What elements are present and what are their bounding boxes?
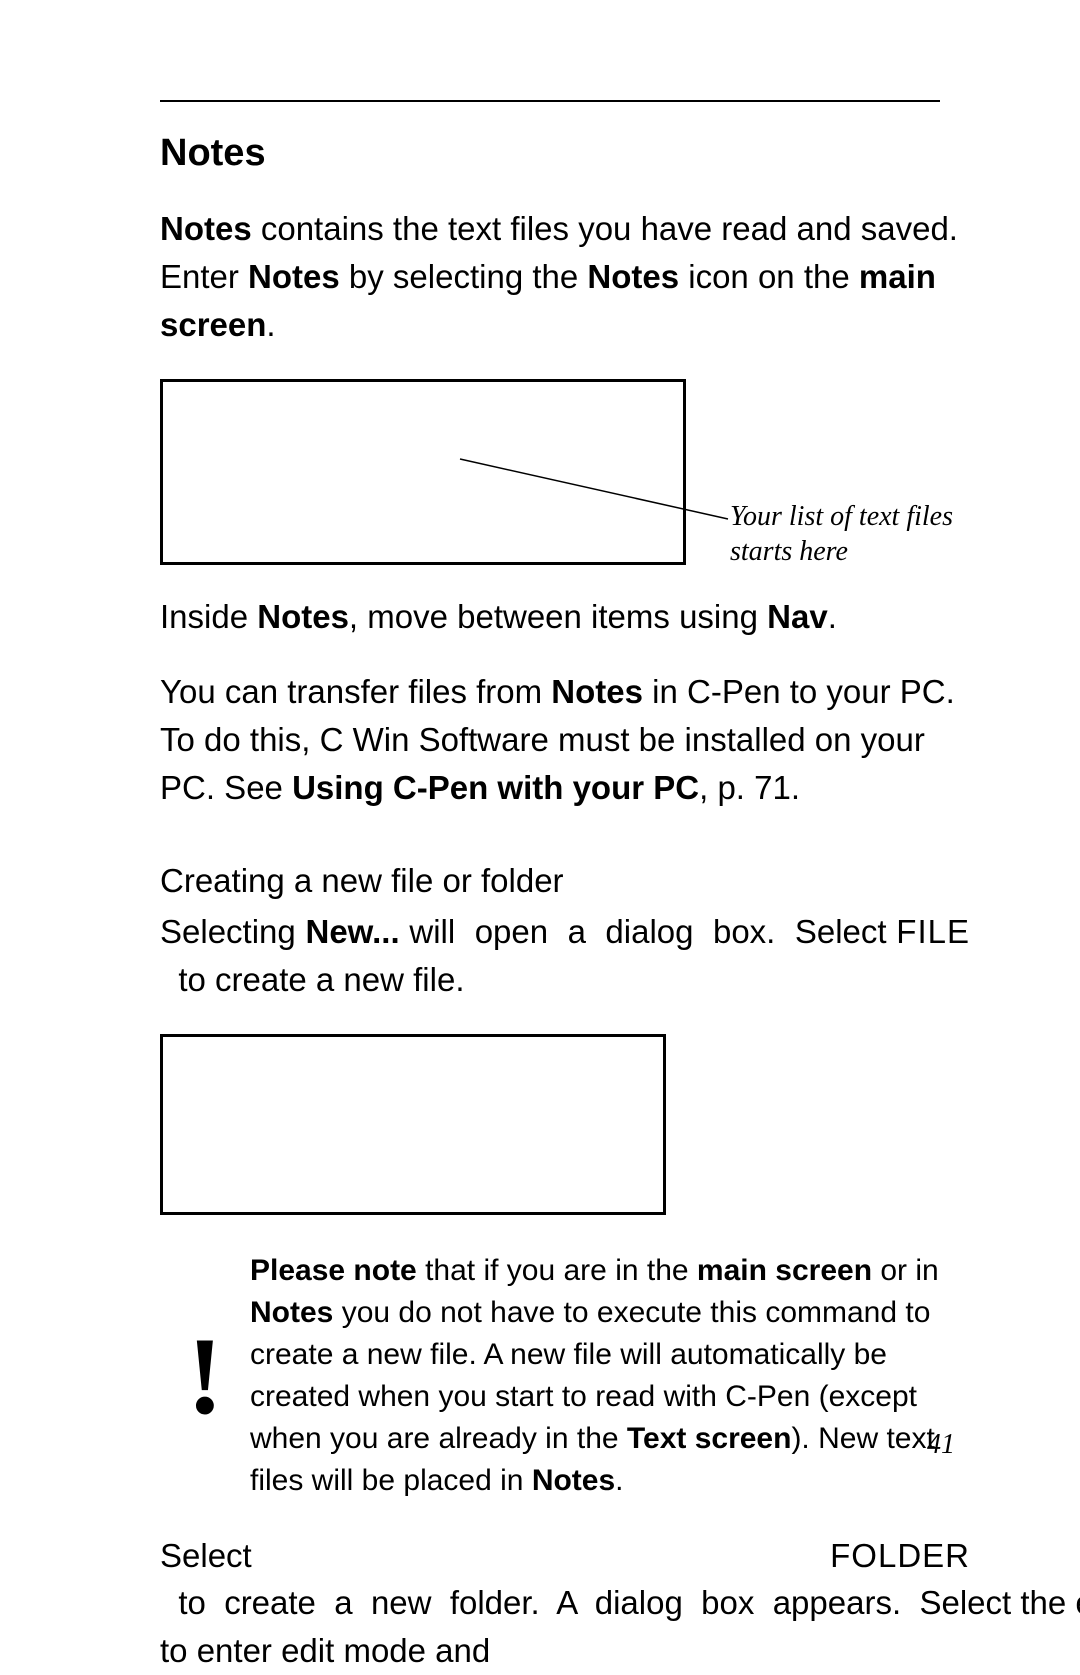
manual-page: Notes Notes contains the text files you … xyxy=(0,0,1080,1521)
txt: Notes xyxy=(248,258,340,295)
txt: Select xyxy=(160,1537,830,1574)
screenshot-placeholder-2 xyxy=(160,1034,666,1215)
paragraph-2: Inside Notes, move between items using N… xyxy=(160,593,970,641)
txt: or in xyxy=(872,1254,939,1287)
txt: Notes xyxy=(257,598,349,635)
txt: FILE xyxy=(896,913,970,950)
txt: Notes xyxy=(551,673,643,710)
exclamation-icon: ! xyxy=(160,1321,250,1431)
page-number: 41 xyxy=(927,1429,955,1461)
callout-label: Your list of text files starts here xyxy=(730,499,970,569)
txt: that if you are in the xyxy=(417,1254,697,1287)
txt: by selecting the xyxy=(340,258,588,295)
subheading: Creating a new file or folder xyxy=(160,862,970,900)
txt: icon on the xyxy=(679,258,859,295)
section-heading: Notes xyxy=(160,132,970,175)
txt: , move between items using xyxy=(349,598,767,635)
paragraph-4: Selecting New... will open a dialog box.… xyxy=(160,908,970,1004)
txt: Notes xyxy=(532,1464,615,1497)
intro-paragraph: Notes contains the text files you have r… xyxy=(160,205,970,349)
note-text: Please note that if you are in the main … xyxy=(250,1250,970,1502)
txt: Nav xyxy=(767,598,828,635)
txt: . xyxy=(615,1464,623,1497)
txt: FOLDER xyxy=(830,1537,970,1574)
txt: to enter edit mode and xyxy=(160,1632,490,1669)
txt: Notes xyxy=(160,210,252,247)
note-block: ! Please note that if you are in the mai… xyxy=(160,1250,970,1502)
txt: Text screen xyxy=(627,1422,792,1455)
screenshot-placeholder-1 xyxy=(160,379,686,565)
txt: Notes xyxy=(587,258,679,295)
txt: Inside xyxy=(160,598,257,635)
txt: main screen xyxy=(697,1254,872,1287)
txt: New... xyxy=(306,913,400,950)
txt: You can transfer files from xyxy=(160,673,551,710)
txt: Selecting xyxy=(160,913,306,950)
txt: . xyxy=(828,598,837,635)
txt: will open a dialog box. Select xyxy=(400,913,897,950)
paragraph-3: You can transfer files from Notes in C-P… xyxy=(160,668,970,812)
txt: . xyxy=(266,306,275,343)
top-rule xyxy=(160,100,940,102)
txt: Please note xyxy=(250,1254,417,1287)
txt: Notes xyxy=(250,1296,333,1329)
txt: to create a new file. xyxy=(160,961,465,998)
paragraph-5: Select FOLDER to create a new folder. A … xyxy=(160,1532,970,1675)
txt: to create a new folder. A dialog box app… xyxy=(160,1584,1080,1621)
figure-1-wrap: Your list of text files starts here xyxy=(160,379,970,565)
txt: , p. 71. xyxy=(699,769,800,806)
txt: Using C-Pen with your PC xyxy=(292,769,699,806)
